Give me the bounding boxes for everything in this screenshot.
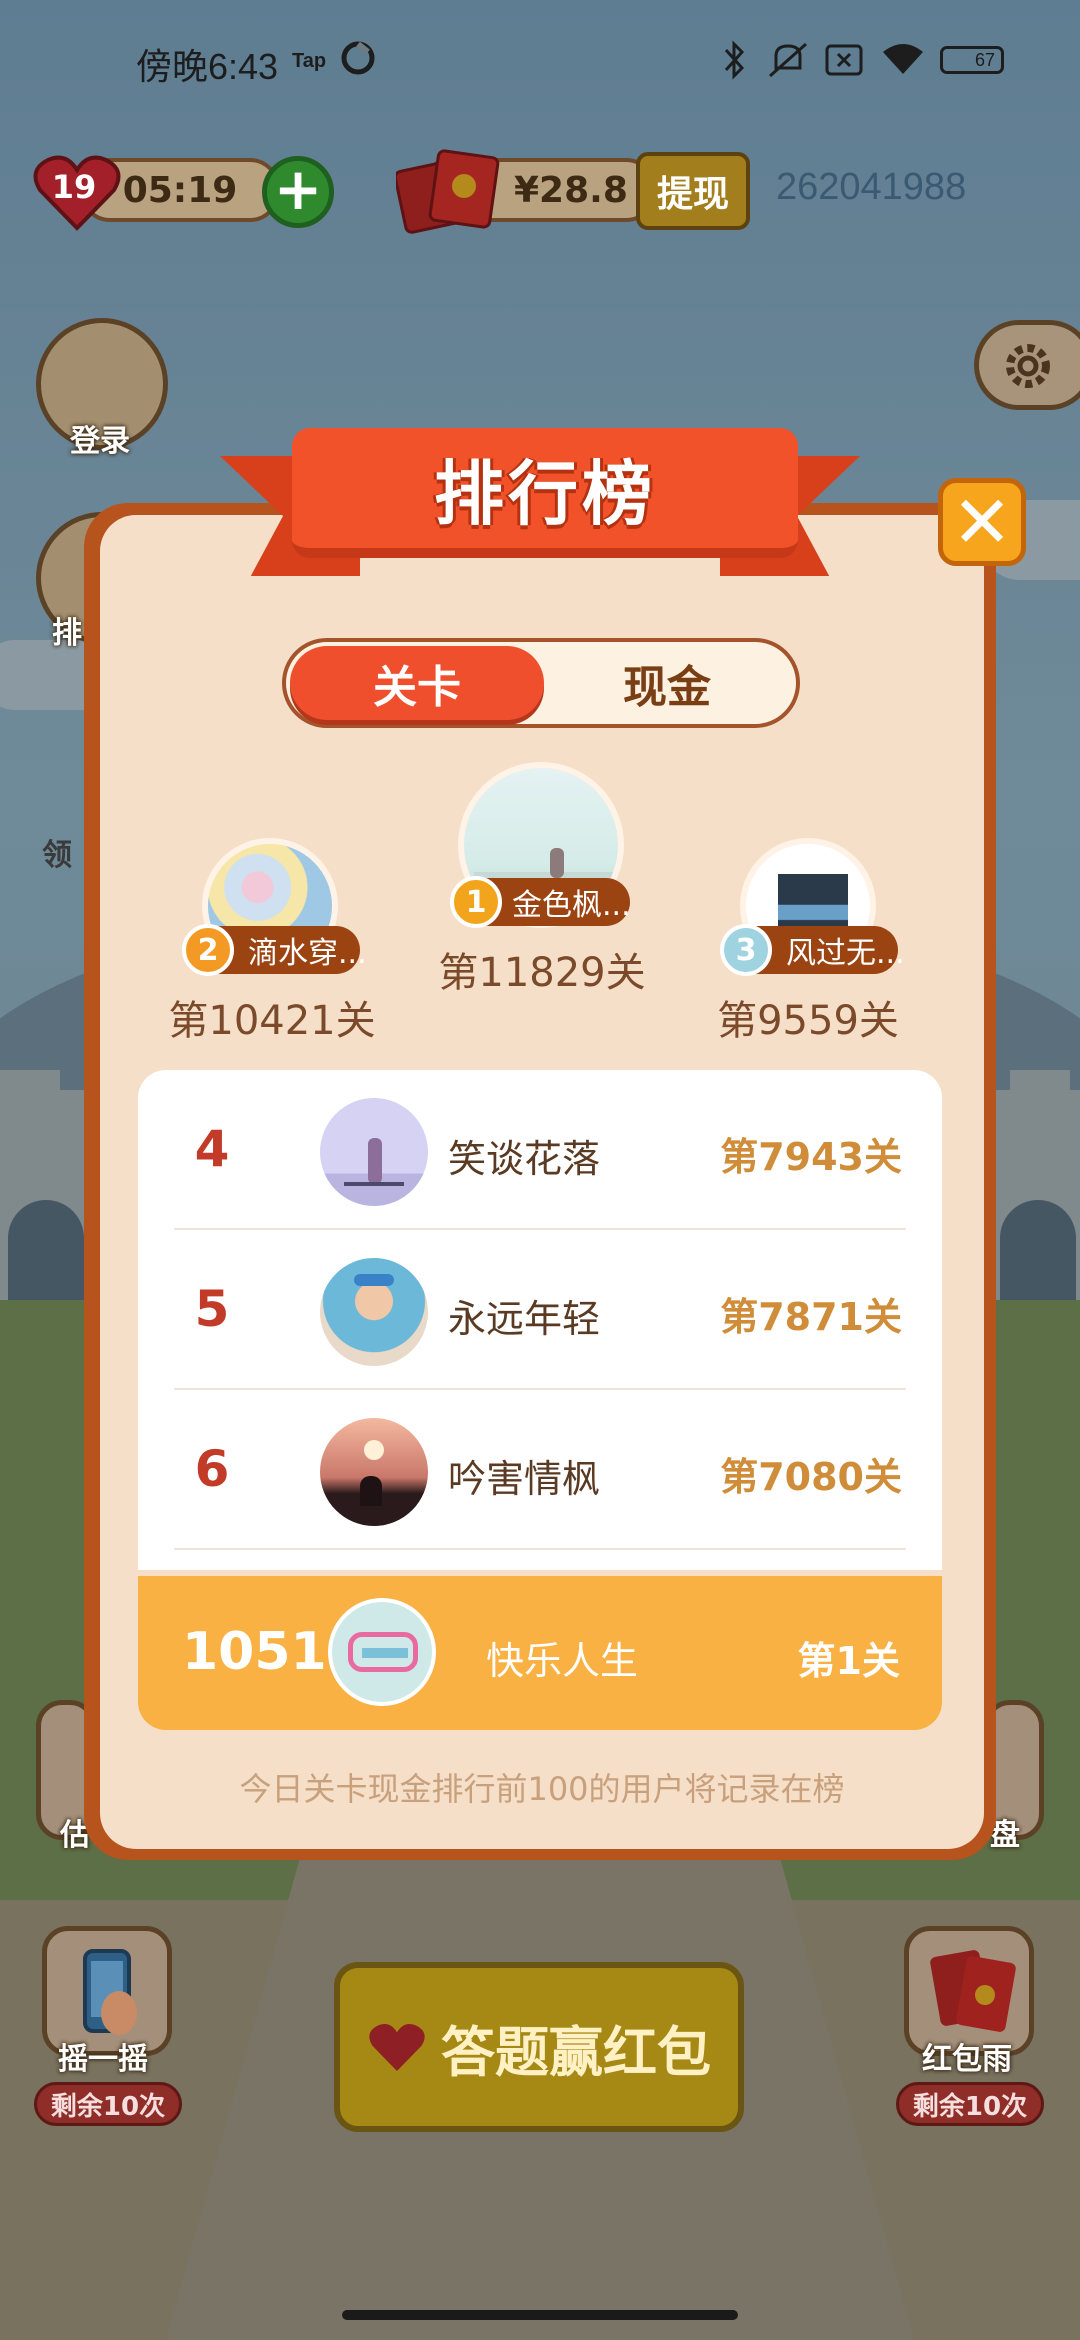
podium-name-2: 滴水穿...: [248, 936, 367, 971]
cash-amount: ¥28.8: [514, 169, 628, 211]
heart-icon: [369, 2024, 425, 2071]
login-label: 登录: [70, 424, 130, 459]
podium-rank-2: 2: [197, 932, 219, 968]
podium-rank-1: 1: [465, 884, 487, 920]
red-envelope-icon: [930, 1950, 1016, 2032]
podium-level-1: 第11829关: [438, 950, 646, 996]
battery-icon: 67: [940, 46, 1004, 74]
battlement: [1010, 1070, 1070, 1110]
row-rank: 6: [194, 1440, 230, 1498]
divider: [174, 1548, 906, 1550]
battlement: [0, 1070, 60, 1110]
no-sim-icon: [825, 44, 863, 76]
life-timer: 05:19: [122, 169, 238, 211]
rank-label: 排: [52, 616, 82, 651]
red-envelope-icon: [396, 149, 500, 234]
podium-name-3: 风过无...: [786, 936, 905, 971]
rain-remaining: 剩余10次: [896, 2082, 1044, 2126]
avatar: [320, 1258, 428, 1366]
status-bar: 傍晚6:43 Tap 67: [0, 0, 1080, 120]
podium-name-1: 金色枫...: [512, 888, 631, 923]
user-id: 262041988: [776, 166, 967, 208]
table-row[interactable]: 4 笑谈花落 第7943关: [138, 1070, 942, 1230]
lives-count: 19: [51, 168, 97, 206]
tab-level[interactable]: 关卡: [290, 646, 544, 720]
title-ribbon: 排行榜: [292, 428, 798, 558]
status-time: 傍晚6:43: [136, 46, 279, 87]
tab-cash[interactable]: 现金: [540, 646, 794, 720]
bluetooth-icon: [724, 40, 745, 80]
home-indicator[interactable]: [342, 2310, 738, 2320]
close-button[interactable]: ✕: [938, 478, 1026, 566]
wifi-icon: [883, 44, 923, 74]
withdraw-button[interactable]: 提现: [636, 152, 750, 230]
collect-label: 领: [42, 838, 72, 873]
row-level: 第7871关: [720, 1295, 902, 1339]
my-rank-bar: 1051 快乐人生 第1关: [138, 1576, 942, 1730]
avatar: [320, 1418, 428, 1526]
add-lives-button[interactable]: +: [262, 156, 334, 228]
leaderboard-note: 今日关卡现金排行前100的用户将记录在榜: [239, 1770, 845, 1808]
answer-quiz-label: 答题赢红包: [441, 2020, 711, 2084]
mute-icon: [769, 42, 807, 78]
row-name: 永远年轻: [448, 1297, 601, 1341]
my-avatar: [328, 1598, 436, 1706]
table-row[interactable]: 5 永远年轻 第7871关: [138, 1230, 942, 1390]
medal-silver-icon: 2: [182, 924, 234, 976]
shake-remaining: 剩余10次: [34, 2082, 182, 2126]
my-level: 第1关: [797, 1639, 900, 1683]
medal-bronze-icon: 3: [720, 924, 772, 976]
podium-rank-3: 3: [735, 932, 757, 968]
red-envelope-rain-label: 红包雨: [922, 2042, 1012, 2077]
my-rank: 1051: [182, 1622, 327, 1682]
avatar: [320, 1098, 428, 1206]
dialog-title: 排行榜: [434, 452, 656, 535]
gear-icon: [1006, 344, 1050, 388]
podium-level-3: 第9559关: [717, 998, 899, 1044]
answer-quiz-button[interactable]: 答题赢红包: [334, 1962, 744, 2132]
phone-shake-icon: [83, 1949, 137, 2035]
ranking-list: 4 笑谈花落 第7943关 5 永远年轻 第7871关 6 吟害情枫 第7080…: [138, 1070, 942, 1570]
settings-button[interactable]: [974, 320, 1080, 410]
row-level: 第7943关: [720, 1135, 902, 1179]
row-rank: 4: [194, 1120, 230, 1178]
row-name: 笑谈花落: [448, 1137, 601, 1181]
sync-icon: [341, 41, 375, 75]
shake-label: 摇一摇: [58, 2042, 148, 2077]
medal-gold-icon: 1: [450, 876, 502, 928]
row-name: 吟害情枫: [448, 1457, 601, 1501]
leaderboard-tabs: 关卡 现金: [282, 638, 800, 728]
podium-level-2: 第10421关: [168, 998, 376, 1044]
tap-badge: Tap: [292, 50, 327, 72]
my-name: 快乐人生: [486, 1639, 639, 1683]
table-row[interactable]: 6 吟害情枫 第7080关: [138, 1390, 942, 1550]
row-level: 第7080关: [720, 1455, 902, 1499]
row-rank: 5: [194, 1280, 230, 1338]
battery-level: 67: [974, 50, 995, 70]
close-icon: ✕: [951, 480, 1013, 564]
